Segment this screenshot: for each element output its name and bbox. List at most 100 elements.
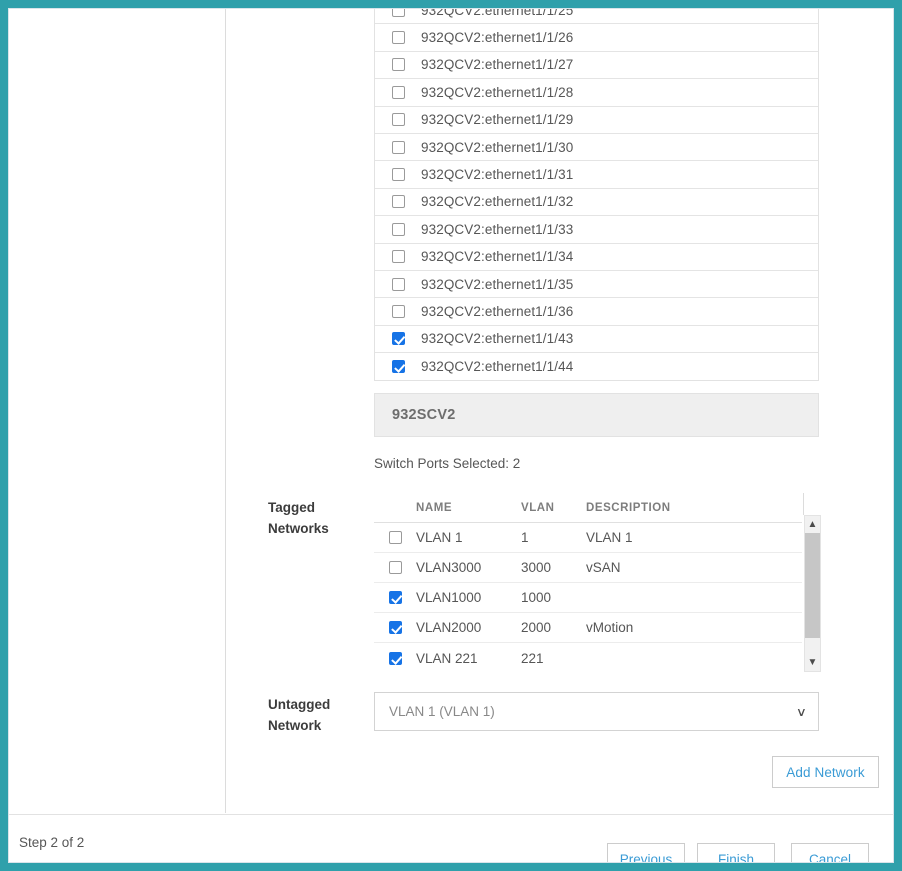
tagged-network-vlan: 3000 xyxy=(521,560,552,575)
switch-port-row[interactable]: 932QCV2:ethernet1/1/26 xyxy=(375,24,818,52)
tagged-networks-table: NAME VLAN DESCRIPTION VLAN 1 1 VLAN 1 VLAN3… xyxy=(374,493,802,673)
switch-port-row[interactable]: 932QCV2:ethernet1/1/36 xyxy=(375,298,818,326)
teal-window-frame: 932QCV2:ethernet1/1/25 932QCV2:ethernet1/… xyxy=(0,0,902,871)
tagged-network-checkbox[interactable] xyxy=(389,561,402,574)
switch-port-row[interactable]: 932QCV2:ethernet1/1/33 xyxy=(375,216,818,244)
chevron-down-icon[interactable]: ▼ xyxy=(805,654,820,671)
switch-port-checkbox[interactable] xyxy=(392,250,405,264)
switch-group-name: 932SCV2 xyxy=(392,407,456,423)
tagged-network-checkbox-cell[interactable] xyxy=(389,561,416,574)
tagged-network-checkbox-cell[interactable] xyxy=(389,651,416,665)
tagged-network-vlan: 221 xyxy=(521,650,544,666)
tagged-header-divider xyxy=(803,493,804,515)
tagged-network-row[interactable]: VLAN2000 2000 vMotion xyxy=(374,613,802,643)
tagged-network-checkbox-cell[interactable] xyxy=(389,531,416,544)
switch-port-checkbox[interactable] xyxy=(392,304,405,318)
wizard-nav-column xyxy=(9,9,226,813)
wizard-footer: Step 2 of 2 Previous Finish Cancel xyxy=(9,814,893,862)
tagged-networks-header-row: NAME VLAN DESCRIPTION xyxy=(374,493,802,523)
switch-port-row[interactable]: 932QCV2:ethernet1/1/29 xyxy=(375,106,818,134)
tagged-network-name: VLAN 221 xyxy=(416,650,478,666)
tagged-network-name: VLAN 1 xyxy=(416,530,463,545)
column-header-description: DESCRIPTION xyxy=(586,501,671,514)
switch-port-checkbox[interactable] xyxy=(392,9,405,17)
previous-button[interactable]: Previous xyxy=(607,843,685,862)
cancel-button[interactable]: Cancel xyxy=(791,843,869,862)
tagged-network-name: VLAN1000 xyxy=(416,590,482,605)
switch-port-row[interactable]: 932QCV2:ethernet1/1/28 xyxy=(375,79,818,107)
switch-port-checkbox[interactable] xyxy=(392,222,405,236)
wizard-dialog: 932QCV2:ethernet1/1/25 932QCV2:ethernet1/… xyxy=(8,8,894,863)
switch-port-label: 932QCV2:ethernet1/1/31 xyxy=(421,167,574,183)
switch-port-label: 932QCV2:ethernet1/1/29 xyxy=(421,112,574,128)
add-network-button[interactable]: Add Network xyxy=(772,756,879,788)
chevron-up-icon[interactable]: ▲ xyxy=(805,516,820,533)
switch-port-checkbox[interactable] xyxy=(392,195,405,209)
untagged-network-label: Untagged Network xyxy=(268,697,331,733)
tagged-network-vlan: 1 xyxy=(521,530,529,545)
column-header-name: NAME xyxy=(416,501,453,514)
column-header-vlan: VLAN xyxy=(521,501,555,514)
wizard-content-pane: 932QCV2:ethernet1/1/25 932QCV2:ethernet1/… xyxy=(227,9,893,813)
tagged-network-name: VLAN3000 xyxy=(416,560,482,575)
switch-port-row[interactable]: 932QCV2:ethernet1/1/34 xyxy=(375,243,818,271)
tagged-network-row[interactable]: VLAN3000 3000 vSAN xyxy=(374,553,802,583)
untagged-network-select[interactable]: VLAN 1 (VLAN 1) ∨ xyxy=(374,692,819,731)
switch-port-label: 932QCV2:ethernet1/1/30 xyxy=(421,139,574,155)
switch-port-checkbox[interactable] xyxy=(392,168,405,182)
tagged-network-row[interactable]: VLAN 221 221 xyxy=(374,643,802,673)
switch-port-label: 932QCV2:ethernet1/1/33 xyxy=(421,221,574,237)
untagged-network-value: VLAN 1 (VLAN 1) xyxy=(389,704,495,719)
switch-port-checkbox[interactable] xyxy=(392,113,405,127)
tagged-network-vlan: 1000 xyxy=(521,590,552,605)
switch-port-checkbox[interactable] xyxy=(392,58,405,72)
switch-port-checkbox[interactable] xyxy=(392,140,405,154)
chevron-down-icon: ∨ xyxy=(796,704,808,719)
tagged-network-description: VLAN 1 xyxy=(586,530,633,545)
tagged-network-row[interactable]: VLAN 1 1 VLAN 1 xyxy=(374,523,802,553)
switch-port-row[interactable]: 932QCV2:ethernet1/1/25 xyxy=(375,8,818,25)
switch-port-label: 932QCV2:ethernet1/1/44 xyxy=(421,359,574,375)
switch-port-label: 932QCV2:ethernet1/1/32 xyxy=(421,194,574,210)
switch-port-row[interactable]: 932QCV2:ethernet1/1/43 xyxy=(375,325,818,354)
tagged-network-description: vMotion xyxy=(586,620,634,635)
switch-port-label: 932QCV2:ethernet1/1/43 xyxy=(421,331,574,347)
switch-port-row[interactable]: 932QCV2:ethernet1/1/44 xyxy=(375,353,818,381)
switch-port-label: 932QCV2:ethernet1/1/28 xyxy=(421,84,574,100)
switch-port-list[interactable]: 932QCV2:ethernet1/1/25 932QCV2:ethernet1/… xyxy=(374,8,819,382)
switch-port-row[interactable]: 932QCV2:ethernet1/1/30 xyxy=(375,133,818,162)
finish-button[interactable]: Finish xyxy=(697,843,775,862)
switch-group-header[interactable]: 932SCV2 xyxy=(374,393,819,437)
switch-port-label: 932QCV2:ethernet1/1/27 xyxy=(421,57,574,73)
switch-port-row[interactable]: 932QCV2:ethernet1/1/27 xyxy=(375,51,818,80)
tagged-network-checkbox[interactable] xyxy=(389,591,402,604)
tagged-network-row[interactable]: VLAN1000 1000 xyxy=(374,583,802,613)
switch-port-checkbox[interactable] xyxy=(392,277,405,291)
tagged-network-checkbox-cell[interactable] xyxy=(389,621,416,634)
tagged-network-checkbox-cell[interactable] xyxy=(389,591,416,604)
switch-port-checkbox[interactable] xyxy=(392,332,405,346)
tagged-network-checkbox[interactable] xyxy=(389,531,402,544)
switch-port-label: 932QCV2:ethernet1/1/25 xyxy=(421,8,574,18)
wizard-body: 932QCV2:ethernet1/1/25 932QCV2:ethernet1/… xyxy=(9,9,893,813)
scrollbar-thumb[interactable] xyxy=(805,533,820,638)
switch-port-row[interactable]: 932QCV2:ethernet1/1/35 xyxy=(375,270,818,299)
switch-port-row[interactable]: 932QCV2:ethernet1/1/31 xyxy=(375,161,818,189)
tagged-network-vlan: 2000 xyxy=(521,620,552,635)
tagged-network-checkbox[interactable] xyxy=(389,651,402,665)
tagged-networks-label: Tagged Networks xyxy=(268,500,329,536)
tagged-network-description: vSAN xyxy=(586,560,621,575)
tagged-network-name: VLAN2000 xyxy=(416,620,482,635)
switch-port-row[interactable]: 932QCV2:ethernet1/1/32 xyxy=(375,188,818,217)
tagged-networks-rows: VLAN 1 1 VLAN 1 VLAN3000 3000 vSAN VLAN1000 100… xyxy=(374,523,802,673)
switch-ports-selected-count: Switch Ports Selected: 2 xyxy=(374,456,521,471)
switch-port-label: 932QCV2:ethernet1/1/34 xyxy=(421,249,574,265)
tagged-network-checkbox[interactable] xyxy=(389,621,402,634)
switch-port-label: 932QCV2:ethernet1/1/35 xyxy=(421,276,574,292)
switch-port-checkbox[interactable] xyxy=(392,360,405,374)
step-indicator: Step 2 of 2 xyxy=(19,835,85,850)
switch-port-label: 932QCV2:ethernet1/1/26 xyxy=(421,30,574,46)
switch-port-checkbox[interactable] xyxy=(392,85,405,99)
tagged-networks-scrollbar[interactable]: ▲ ▼ xyxy=(804,515,821,672)
switch-port-checkbox[interactable] xyxy=(392,31,405,45)
